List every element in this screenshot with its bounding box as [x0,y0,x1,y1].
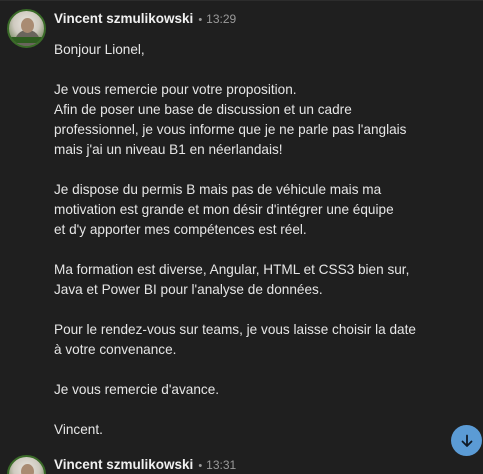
scroll-to-bottom-button[interactable] [451,425,482,456]
message-line: Pour le rendez-vous sur teams, je vous l… [54,322,416,337]
message-header: Vincent szmulikowski • 13:31 [54,457,236,474]
message-paragraph: Je vous remercie pour votre proposition.… [54,80,469,160]
message-line: et d'y apporter mes compétences est réel… [54,222,307,237]
message-paragraph: Vincent. [54,420,469,440]
timestamp: 13:29 [206,12,237,26]
message-line: Je dispose du permis B mais pas de véhic… [54,182,382,197]
timestamp: 13:31 [206,458,237,472]
message-line: Bonjour Lionel, [54,42,145,57]
message-line: Ma formation est diverse, Angular, HTML … [54,262,410,277]
message-paragraph: Je vous remercie d'avance. [54,380,469,400]
message-paragraph: Je dispose du permis B mais pas de véhic… [54,180,469,240]
separator-dot: • [198,460,203,472]
message-paragraph: Ma formation est diverse, Angular, HTML … [54,260,469,300]
author-name[interactable]: Vincent szmulikowski [54,11,193,26]
separator-dot: • [198,14,203,26]
message-paragraph: Pour le rendez-vous sur teams, je vous l… [54,320,469,360]
message-line: professionnel, je vous informe que je ne… [54,122,407,137]
message-line: Afin de poser une base de discussion et … [54,102,352,117]
user-avatar-icon[interactable] [7,9,46,48]
arrow-down-icon [461,434,472,447]
message-line: motivation est grande et mon désir d'int… [54,202,394,217]
user-avatar-icon[interactable] [7,455,46,474]
message-line: mais j'ai un niveau B1 en néerlandais! [54,142,283,157]
author-name[interactable]: Vincent szmulikowski [54,457,193,472]
message-line: Vincent. [54,422,103,437]
message-line: Java et Power BI pour l'analyse de donné… [54,282,323,297]
message-body: Bonjour Lionel, Je vous remercie pour vo… [54,40,469,440]
message-paragraph: Bonjour Lionel, [54,40,469,60]
chat-panel: Vincent szmulikowski • 13:29 Bonjour Lio… [0,0,483,474]
message-line: Je vous remercie d'avance. [54,382,220,397]
message-line: à votre convenance. [54,342,177,357]
message-header: Vincent szmulikowski • 13:29 [54,11,236,29]
message-line: Je vous remercie pour votre proposition. [54,82,297,97]
